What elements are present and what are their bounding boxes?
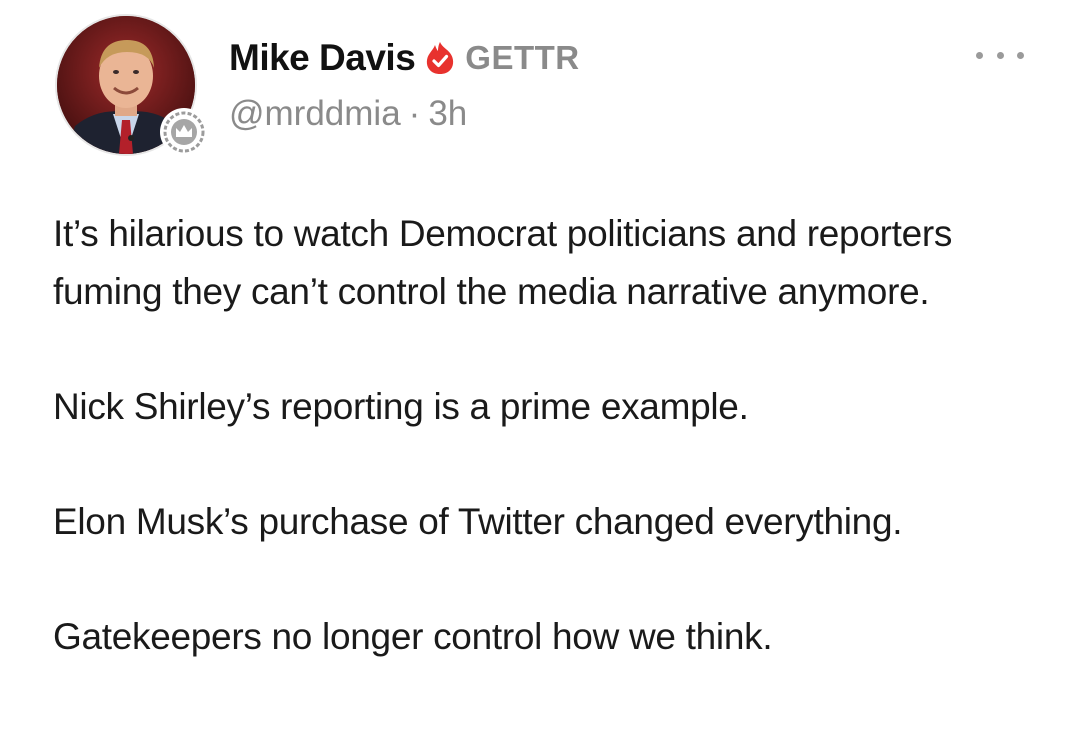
- post-paragraph: Elon Musk’s purchase of Twitter changed …: [53, 500, 903, 542]
- post-paragraph: Nick Shirley’s reporting is a prime exam…: [53, 385, 749, 427]
- platform-label: GETTR: [465, 39, 580, 76]
- author-meta-row: @mrddmia · 3h: [229, 92, 467, 136]
- crown-badge-icon: [160, 108, 208, 156]
- post-timestamp[interactable]: 3h: [428, 94, 467, 134]
- more-options-icon[interactable]: [976, 40, 1024, 70]
- author-name-row: Mike Davis GETTR: [229, 34, 580, 82]
- post-paragraph: Gatekeepers no longer control how we thi…: [53, 615, 773, 657]
- author-handle[interactable]: @mrddmia: [229, 94, 401, 134]
- meta-separator: ·: [408, 94, 421, 133]
- post-card: Mike Davis GETTR @mrddmia · 3h It’s hila…: [0, 0, 1080, 754]
- author-display-name[interactable]: Mike Davis: [229, 37, 416, 79]
- dot: [1017, 51, 1024, 59]
- verified-flame-check-icon: [425, 41, 455, 75]
- dot: [976, 51, 983, 59]
- dot: [996, 51, 1004, 59]
- post-body: It’s hilarious to watch Democrat politic…: [53, 205, 1053, 665]
- post-paragraph: It’s hilarious to watch Democrat politic…: [53, 213, 953, 312]
